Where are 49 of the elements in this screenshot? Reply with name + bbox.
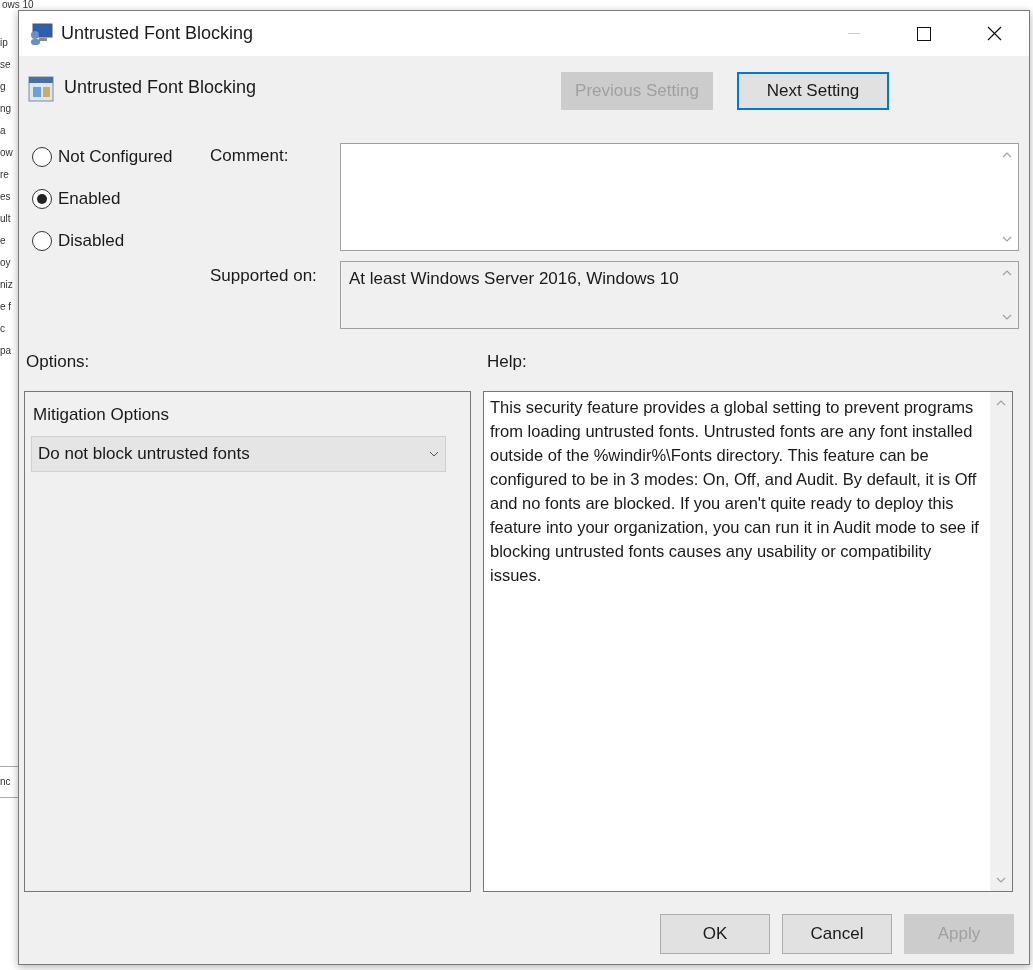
close-icon bbox=[986, 26, 1002, 41]
policy-setting-icon bbox=[28, 76, 54, 102]
help-text: This security feature provides a global setting to prevent programs from loading untrusted fonts. Untrusted fonts are any font installed outside of the %windir%\Fonts directory. This feature can be configured to be in 3 modes: On, Off, and Audit. By default, it is Off and no fonts are blocked. If you aren't quite ready to deploy this feature into your organization, you can run it in Audit mode to see if blocking untrusted fonts causes any usability or compatibility issues. bbox=[489, 397, 980, 586]
background-text: es bbox=[0, 190, 12, 204]
computer-icon bbox=[29, 22, 53, 45]
background-text: a bbox=[0, 124, 7, 138]
chevron-down-icon bbox=[429, 450, 439, 457]
comment-label: Comment: bbox=[210, 145, 290, 167]
radio-option[interactable]: Enabled bbox=[32, 187, 210, 211]
scroll-up-icon[interactable] bbox=[1002, 152, 1012, 158]
radio-option[interactable]: Not Configured bbox=[32, 145, 210, 169]
background-text: se bbox=[0, 58, 12, 72]
mitigation-dropdown[interactable]: Do not block untrusted fonts bbox=[31, 435, 446, 472]
comment-field[interactable] bbox=[340, 143, 1019, 251]
scroll-down-icon[interactable] bbox=[1002, 314, 1012, 320]
background-text: niz bbox=[0, 278, 14, 292]
background-text: re bbox=[0, 168, 10, 182]
minimize-icon bbox=[848, 32, 860, 35]
scroll-down-icon[interactable] bbox=[1002, 236, 1012, 242]
background-text: ng bbox=[0, 102, 13, 116]
background-text: c bbox=[0, 322, 6, 336]
setting-name: Untrusted Font Blocking bbox=[64, 76, 257, 99]
dialog-button[interactable]: OK bbox=[660, 914, 770, 954]
scroll-down-icon[interactable] bbox=[996, 877, 1006, 883]
supported-on-label: Supported on: bbox=[210, 265, 318, 287]
background-window-title: ows 10 bbox=[2, 0, 34, 10]
options-label: Options: bbox=[25, 351, 91, 373]
scroll-up-icon[interactable] bbox=[1002, 270, 1012, 276]
help-label: Help: bbox=[487, 351, 527, 373]
scroll-up-icon[interactable] bbox=[996, 400, 1006, 406]
radio-button[interactable] bbox=[32, 231, 52, 251]
maximize-icon bbox=[917, 26, 931, 41]
background-text: pa bbox=[0, 344, 13, 358]
background-text: e f bbox=[0, 300, 13, 314]
supported-on-value: At least Windows Server 2016, Windows 10 bbox=[348, 268, 680, 290]
radio-button[interactable] bbox=[32, 189, 52, 209]
radio-option[interactable]: Disabled bbox=[32, 229, 210, 253]
background-text: ow bbox=[0, 146, 14, 160]
background-text: nc bbox=[0, 775, 11, 789]
background-text: oy bbox=[0, 256, 12, 270]
radio-button[interactable] bbox=[32, 147, 52, 167]
background-text: g bbox=[0, 80, 7, 94]
dialog-button[interactable]: Cancel bbox=[782, 914, 892, 954]
window-title: Untrusted Font Blocking bbox=[61, 22, 254, 45]
background-text: e bbox=[0, 234, 7, 248]
mitigation-options-label: Mitigation Options bbox=[33, 404, 171, 426]
dialog-button[interactable]: Next Setting bbox=[737, 72, 889, 110]
background-text: ult bbox=[0, 212, 12, 226]
background-text: ip bbox=[0, 36, 9, 50]
